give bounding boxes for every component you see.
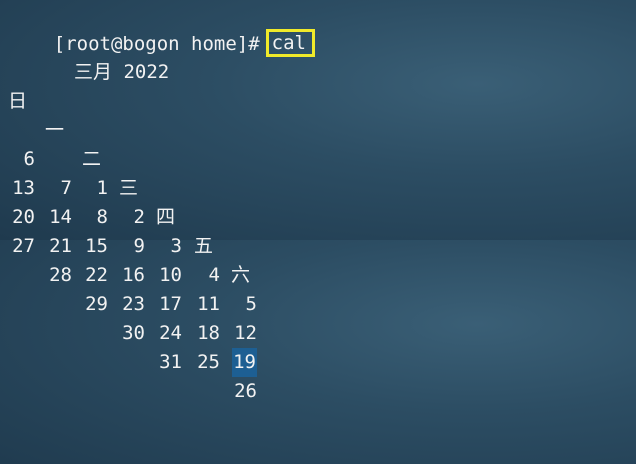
- weekday-fri: 五: [194, 235, 214, 257]
- today-highlight: 19: [232, 348, 257, 377]
- calendar-week-row: 13 14 15 16 17 18 19: [0, 145, 636, 377]
- day-cell: 3: [170, 235, 182, 257]
- day-cell: 29: [85, 293, 108, 315]
- day-cell: 10: [159, 264, 182, 286]
- day-cell: 15: [85, 235, 108, 257]
- calendar-month-header: 三月 2022: [0, 29, 636, 83]
- day-cell: 12: [234, 322, 257, 344]
- day-cell: 23: [122, 293, 145, 315]
- day-cell: 31: [159, 351, 182, 373]
- day-cell: 22: [85, 264, 108, 286]
- today-cell: 19: [221, 348, 257, 377]
- weekday-header-row: 日 一 二 三 四 五 六: [0, 58, 636, 286]
- day-cell: 5: [245, 293, 257, 315]
- day-cell: 28: [49, 264, 72, 286]
- day-cell: 26: [234, 380, 257, 402]
- day-cell: 24: [159, 322, 182, 344]
- prompt-line: [root@bogon home]# cal: [8, 0, 315, 57]
- day-cell: 4: [208, 264, 220, 286]
- day-cell: 25: [197, 351, 220, 373]
- day-cell: 11: [197, 293, 220, 315]
- day-cell: 30: [122, 322, 145, 344]
- day-cell: 27: [12, 235, 35, 257]
- calendar-week-row: 6 7 8 9 10 11 12: [0, 116, 636, 344]
- terminal-window[interactable]: [root@bogon home]# cal 三月 2022 日 一 二 三 四 …: [0, 0, 636, 402]
- weekday-sat: 六: [231, 264, 251, 286]
- day-cell: 16: [122, 264, 145, 286]
- day-cell: 18: [197, 322, 220, 344]
- day-cell: 17: [159, 293, 182, 315]
- day-cell: 9: [133, 235, 145, 257]
- calendar-week-row: 20 21 22 23 24 25 26: [0, 174, 636, 402]
- calendar-week-row: 27 28 29 30 31: [0, 203, 636, 373]
- calendar-week-row: 1 2 3 4 5: [0, 87, 636, 315]
